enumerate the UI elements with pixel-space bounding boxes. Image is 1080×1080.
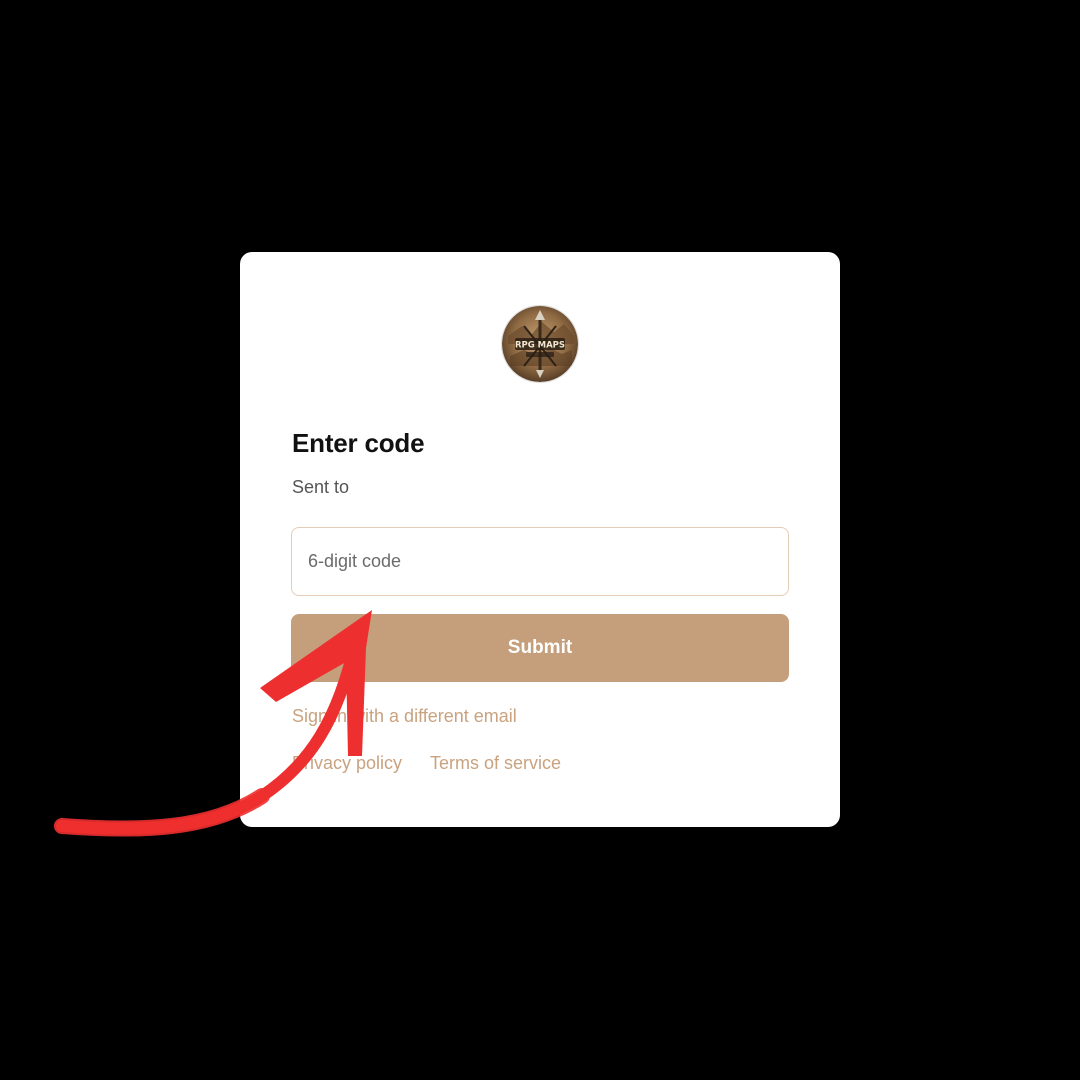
submit-button[interactable]: Submit bbox=[291, 614, 789, 682]
privacy-policy-link[interactable]: Privacy policy bbox=[292, 753, 402, 774]
svg-text:RPG MAPS: RPG MAPS bbox=[515, 341, 565, 351]
page-title: Enter code bbox=[292, 428, 425, 458]
terms-of-service-link[interactable]: Terms of service bbox=[430, 753, 561, 774]
different-email-link[interactable]: Sign in with a different email bbox=[292, 706, 517, 727]
sent-to-label: Sent to bbox=[292, 477, 350, 497]
verification-card: RPG MAPS Enter code Sent to Submit Sign … bbox=[240, 252, 840, 827]
screen: RPG MAPS Enter code Sent to Submit Sign … bbox=[0, 0, 1080, 1080]
brand-logo: RPG MAPS bbox=[502, 306, 578, 382]
code-input[interactable] bbox=[291, 527, 789, 596]
rpg-maps-logo-icon: RPG MAPS bbox=[502, 306, 578, 382]
